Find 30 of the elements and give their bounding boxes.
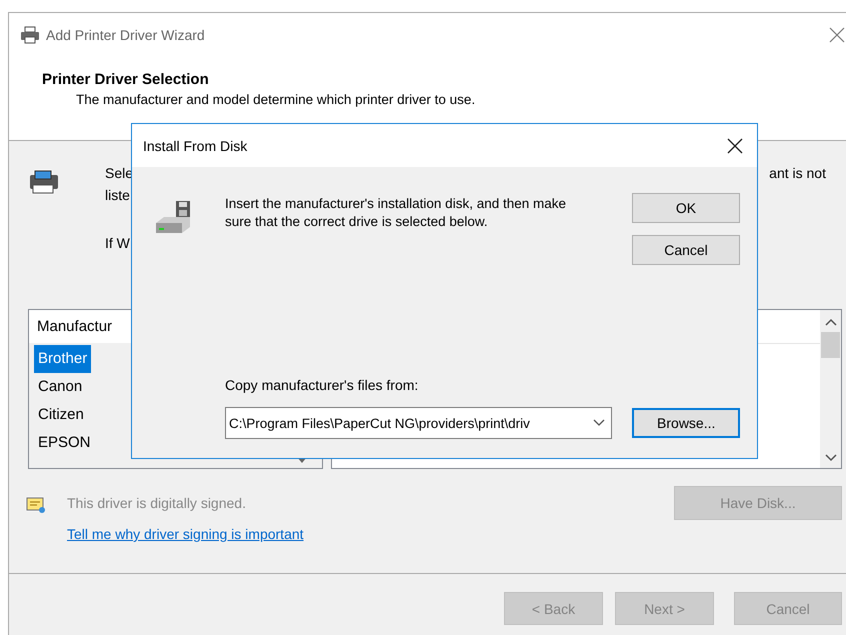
dialog-button[interactable]: Cancel	[632, 235, 740, 265]
chevron-down-icon[interactable]	[824, 454, 836, 462]
dialog-button[interactable]: OK	[632, 193, 740, 223]
manufacturer-item[interactable]: Citizen	[34, 401, 88, 429]
printer-icon	[27, 169, 61, 195]
instruction-text: If W	[105, 234, 130, 253]
printer-icon	[20, 26, 40, 44]
column-header[interactable]: Manufactur	[37, 318, 112, 335]
manufacturer-item[interactable]: Canon	[34, 373, 86, 401]
dialog-message: Insert the manufacturer's installation disk, and then make sure that the correct drive is selected below.	[225, 195, 568, 231]
browse-button[interactable]: Browse...	[632, 408, 740, 438]
manufacturer-item[interactable]: Brother	[34, 345, 92, 373]
instruction-text: liste	[105, 186, 130, 205]
scrollbar[interactable]	[820, 310, 841, 468]
window-title: Add Printer Driver Wizard	[46, 27, 206, 43]
chevron-up-icon[interactable]	[824, 318, 836, 326]
path-label: Copy manufacturer's files from:	[225, 377, 418, 393]
dialog-title: Install From Disk	[143, 138, 248, 154]
path-combo-box[interactable]: C:\Program Files\PaperCut NG\providers\print\driv	[225, 407, 612, 439]
signature-status: This driver is digitally signed.	[67, 495, 246, 511]
instruction-text: ant is not	[769, 164, 826, 183]
certificate-icon	[26, 496, 46, 514]
instruction-text: Sele	[105, 164, 134, 183]
page-title: Printer Driver Selection	[42, 71, 210, 88]
chevron-down-icon[interactable]	[593, 419, 606, 427]
page-subtitle: The manufacturer and model determine which printer driver to use.	[76, 92, 476, 107]
scrollbar-thumb[interactable]	[821, 332, 840, 358]
help-link[interactable]: Tell me why driver signing is important	[67, 526, 304, 542]
close-icon[interactable]	[727, 138, 743, 154]
manufacturer-item[interactable]: EPSON	[34, 429, 95, 457]
